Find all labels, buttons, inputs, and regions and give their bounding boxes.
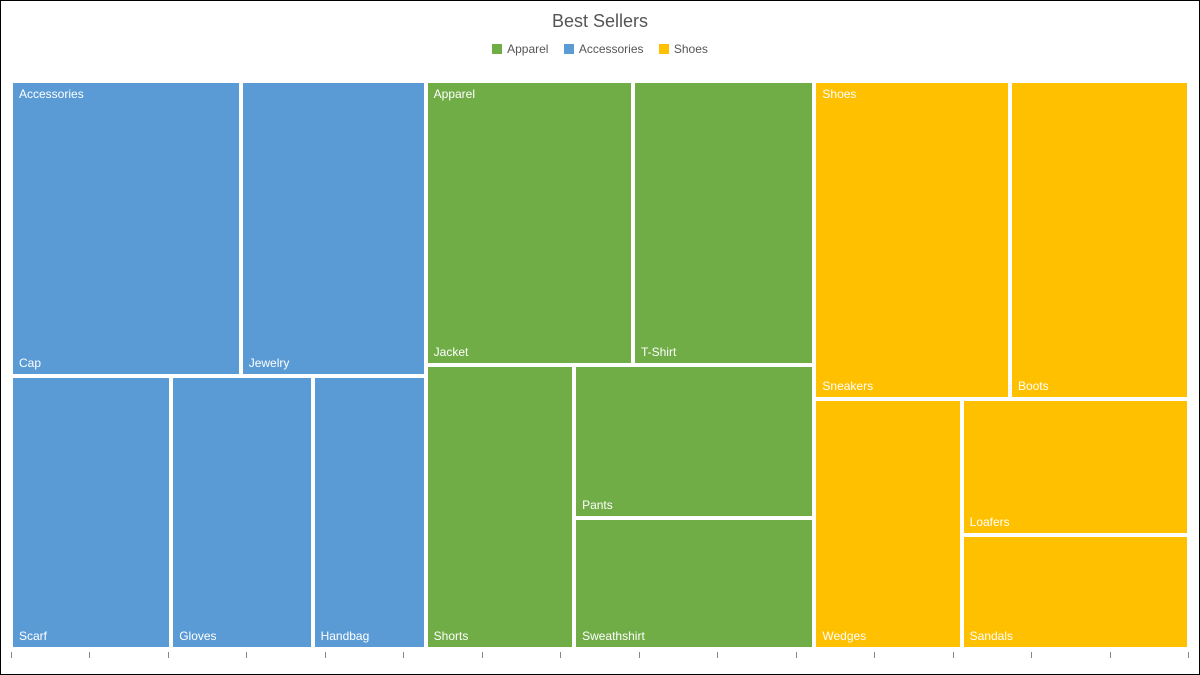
treemap-cell-label: Gloves <box>179 629 216 643</box>
treemap-cell-label: Wedges <box>822 629 866 643</box>
legend-swatch-icon <box>564 44 574 54</box>
treemap-cell[interactable]: Pants <box>574 365 814 518</box>
legend-item-accessories: Accessories <box>564 42 644 56</box>
legend-swatch-icon <box>659 44 669 54</box>
treemap-cell-label: Handbag <box>321 629 370 643</box>
chart-legend: Apparel Accessories Shoes <box>1 42 1199 57</box>
legend-item-apparel: Apparel <box>492 42 548 56</box>
treemap-cell-label: Jacket <box>434 345 469 359</box>
legend-label: Apparel <box>507 42 548 56</box>
treemap-cell[interactable]: Apparel Jacket <box>426 81 633 365</box>
treemap-cell[interactable]: Wedges <box>814 399 961 649</box>
treemap-cell[interactable]: Boots <box>1010 81 1189 399</box>
treemap-cell-label: T-Shirt <box>641 345 676 359</box>
treemap-cell[interactable]: Sandals <box>962 535 1189 649</box>
chart-title: Best Sellers <box>1 1 1199 32</box>
treemap-cell-label: Scarf <box>19 629 47 643</box>
treemap-group-label: Shoes <box>822 87 856 101</box>
treemap-cell[interactable]: Jewelry <box>241 81 426 376</box>
legend-label: Accessories <box>579 42 644 56</box>
treemap-group-label: Accessories <box>19 87 84 101</box>
treemap-cell-label: Shorts <box>434 629 469 643</box>
treemap-cell-label: Sneakers <box>822 379 873 393</box>
treemap-cell-label: Sweathshirt <box>582 629 645 643</box>
treemap-cell[interactable]: Scarf <box>11 376 171 649</box>
treemap-plot: Accessories Cap Jewelry Scarf Gloves Handbag A… <box>11 81 1189 649</box>
chart-frame: Best Sellers Apparel Accessories Shoes A… <box>0 0 1200 675</box>
legend-swatch-icon <box>492 44 502 54</box>
treemap-cell[interactable]: Handbag <box>313 376 426 649</box>
axis-ticks <box>11 652 1189 664</box>
treemap-cell-label: Jewelry <box>249 356 290 370</box>
treemap-cell-label: Loafers <box>970 515 1010 529</box>
treemap-group-label: Apparel <box>434 87 475 101</box>
treemap-cell[interactable]: Loafers <box>962 399 1189 535</box>
legend-label: Shoes <box>674 42 708 56</box>
treemap-cell-label: Pants <box>582 498 613 512</box>
treemap-cell[interactable]: T-Shirt <box>633 81 814 365</box>
treemap-cell[interactable]: Shoes Sneakers <box>814 81 1010 399</box>
treemap-cell[interactable]: Accessories Cap <box>11 81 241 376</box>
treemap-cell-label: Cap <box>19 356 41 370</box>
treemap-cell[interactable]: Sweathshirt <box>574 518 814 649</box>
treemap-cell[interactable]: Shorts <box>426 365 574 649</box>
legend-item-shoes: Shoes <box>659 42 708 56</box>
treemap-cell-label: Sandals <box>970 629 1013 643</box>
treemap-cell-label: Boots <box>1018 379 1049 393</box>
treemap-cell[interactable]: Gloves <box>171 376 312 649</box>
